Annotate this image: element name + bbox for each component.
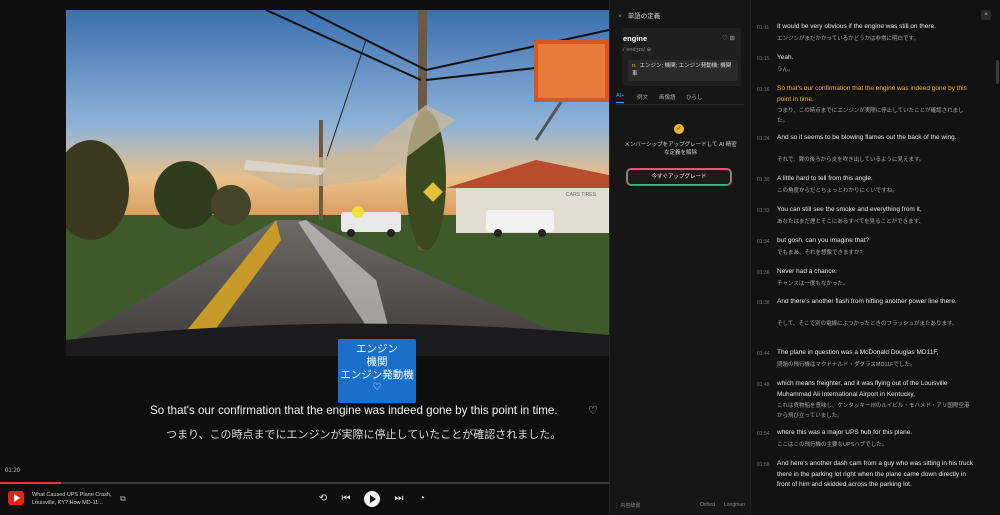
transcript-time[interactable]: 01:16 <box>757 87 770 93</box>
entry-card: engine ♡ ⊞ /ˈendʒɪn/ ⊕ n. エンジン; 機関; エンジン発… <box>622 28 741 86</box>
transcript-line-english[interactable]: So that's our confirmation that the engi… <box>777 84 973 105</box>
upgrade-button[interactable]: 今すぐアップグレード <box>626 168 732 186</box>
definition-text: エンジン; 機関; エンジン発動機; 機関車 <box>632 63 732 77</box>
popup-line-2: 機関 <box>366 356 388 368</box>
transcript-line-english[interactable]: It would be very obvious if the engine w… <box>777 22 973 33</box>
transcript-line-japanese: それで、翼の後ろから炎を吹き出しているように見えます。 <box>777 157 925 163</box>
premium-badge-icon: ✓ <box>674 124 684 134</box>
transcript-time[interactable]: 01:54 <box>757 431 770 437</box>
word-popup[interactable]: エンジン 機関 エンジン発動機 ♡ <box>338 339 416 403</box>
transcript-scrollbar[interactable] <box>996 60 999 84</box>
popup-line-3: エンジン発動機 <box>340 369 414 381</box>
tab-etymology[interactable]: ひらし <box>686 93 703 101</box>
popup-heart-icon[interactable]: ♡ <box>338 382 416 394</box>
transcript-line-english[interactable]: where this was a major UPS hub for this … <box>777 428 973 439</box>
transcript-line-japanese: あなたはまだ煙とそこにあるすべてを見ることができます、 <box>777 219 925 225</box>
transcript-line-english[interactable]: And here's another dash cam from a guy w… <box>777 459 973 491</box>
transcript-line-japanese: ここはこの飛行機の主要なUPSハブでした。 <box>777 442 888 448</box>
transcript-time[interactable]: 01:48 <box>757 382 770 388</box>
transcript-time[interactable]: 01:44 <box>757 351 770 357</box>
entry-word: engine <box>623 34 648 43</box>
entry-actions-icons[interactable]: ♡ ⊞ <box>722 34 735 42</box>
progress-fill <box>0 482 61 484</box>
popup-line-1: エンジン <box>356 343 398 355</box>
next-icon[interactable]: ⏭ <box>392 492 406 506</box>
speed-icon[interactable]: ◔ <box>415 492 429 506</box>
transcript-line-japanese: うん。 <box>777 67 794 73</box>
transcript-time[interactable]: 01:30 <box>757 177 770 183</box>
youtube-logo-icon <box>8 491 24 505</box>
external-link-icon[interactable]: ⧉ <box>120 494 126 504</box>
transcript-line-english[interactable]: Yeah. <box>777 53 973 64</box>
loop-icon[interactable]: ⟲ <box>316 492 330 506</box>
tab-examples[interactable]: 例文 <box>637 93 648 101</box>
transcript-time[interactable]: 01:11 <box>757 25 769 31</box>
progress-bar[interactable] <box>0 482 609 484</box>
transcript-line-japanese: エンジンがまだかかっているかどうかは非常に明白です。 <box>777 36 919 42</box>
transcript-time[interactable]: 01:33 <box>757 208 770 214</box>
transcript-line-english[interactable]: which means freighter, and it was flying… <box>777 379 973 400</box>
upgrade-message: メンバーシップをアップグレードして AI 精密な定義を解除 <box>624 142 737 156</box>
transcript-time[interactable]: 01:36 <box>757 270 770 276</box>
transcript-time[interactable]: 01:15 <box>757 56 770 62</box>
timecode: 01:20 <box>5 468 21 474</box>
dictionary-close-icon[interactable]: × <box>618 13 622 20</box>
app-root: CARS TIRES エンジン 機関 エンジン発動機 ♡ So that's o… <box>0 0 1000 515</box>
tab-ai[interactable]: AI+ <box>616 93 625 103</box>
dictionary-title: 単語の定義 <box>627 13 661 20</box>
transcript-line-english[interactable]: And there's another flash from hitting a… <box>777 297 973 308</box>
transcript-time[interactable]: 01:38 <box>757 300 770 306</box>
transcript-line-japanese: この角度からだとちょっとわかりにくいですね。 <box>777 188 898 194</box>
transcript-time[interactable]: 01:24 <box>757 136 770 142</box>
transcript-line-japanese: 問題の飛行機はマクドナルド・ダグラスMD11Fでした。 <box>777 362 916 368</box>
part-of-speech: n. <box>632 63 637 69</box>
video-frame[interactable]: CARS TIRES <box>66 10 609 356</box>
transcript-line-japanese: チャンスは一度もなかった。 <box>777 281 849 287</box>
dictionary-tabs: AI+ 例文 画像語 ひらし <box>616 93 744 105</box>
tab-images[interactable]: 画像語 <box>659 93 676 101</box>
source-oxford[interactable]: Oxford <box>700 502 715 508</box>
billboard-text: CARS TIRES <box>566 192 597 198</box>
subtitle-japanese: つまり、この時点までにエンジンが実際に停止していたことが確認されました。 <box>166 429 562 441</box>
transcript-line-english[interactable]: You can still see the smoke and everythi… <box>777 205 973 216</box>
transcript-line-english[interactable]: Never had a chance. <box>777 267 973 278</box>
dictionary-source-menu[interactable]: ⋮ 内容辞書 <box>614 502 640 509</box>
transcript-line-english[interactable]: A little hard to tell from this angle. <box>777 174 973 185</box>
transcript-line-japanese: でもまあ、それを想像できますか? <box>777 250 863 256</box>
transcript-line-japanese: これは貨物船を意味し、ケンタッキー州のルイビル・モハメド・アリ国際空港から飛び立… <box>777 403 970 419</box>
video-scene-image: CARS TIRES <box>66 10 609 356</box>
transcript-time[interactable]: 01:34 <box>757 239 770 245</box>
entry-pronunciation[interactable]: /ˈendʒɪn/ ⊕ <box>623 47 651 53</box>
transcript-line-japanese: つまり、この時点までにエンジンが実際に停止していたことが確認されました。 <box>777 108 964 124</box>
dictionary-panel: × 単語の定義 engine ♡ ⊞ /ˈendʒɪn/ ⊕ n. エンジン; 機関… <box>609 0 750 515</box>
subtitle-heart-icon[interactable]: ♡ <box>588 404 598 417</box>
video-title[interactable]: What Caused UPS Plane Crash, Louisville,… <box>32 492 112 507</box>
source-longman[interactable]: Longman <box>724 502 745 508</box>
dictionary-header: × 単語の定義 <box>618 10 660 20</box>
transcript-line-japanese: そして、そこで別の電線にぶつかったときのフラッシュがまたあります。 <box>777 321 958 327</box>
transcript-line-english[interactable]: The plane in question was a McDonald Dou… <box>777 348 973 359</box>
transcript-line-english[interactable]: but gosh, can you imagine that? <box>777 236 973 247</box>
subtitle-english[interactable]: So that's our confirmation that the engi… <box>150 404 610 417</box>
previous-icon[interactable]: ⏮ <box>339 492 353 506</box>
transcript-time[interactable]: 01:58 <box>757 462 770 468</box>
transcript-line-english[interactable]: And so it seems to be blowing flames out… <box>777 133 973 144</box>
entry-definition: n. エンジン; 機関; エンジン発動機; 機関車 <box>628 60 738 81</box>
play-button[interactable] <box>364 491 380 507</box>
transcript-panel: × 01:11 It would be very obvious if the e… <box>750 0 1000 515</box>
transcript-close-icon[interactable]: × <box>981 10 991 20</box>
